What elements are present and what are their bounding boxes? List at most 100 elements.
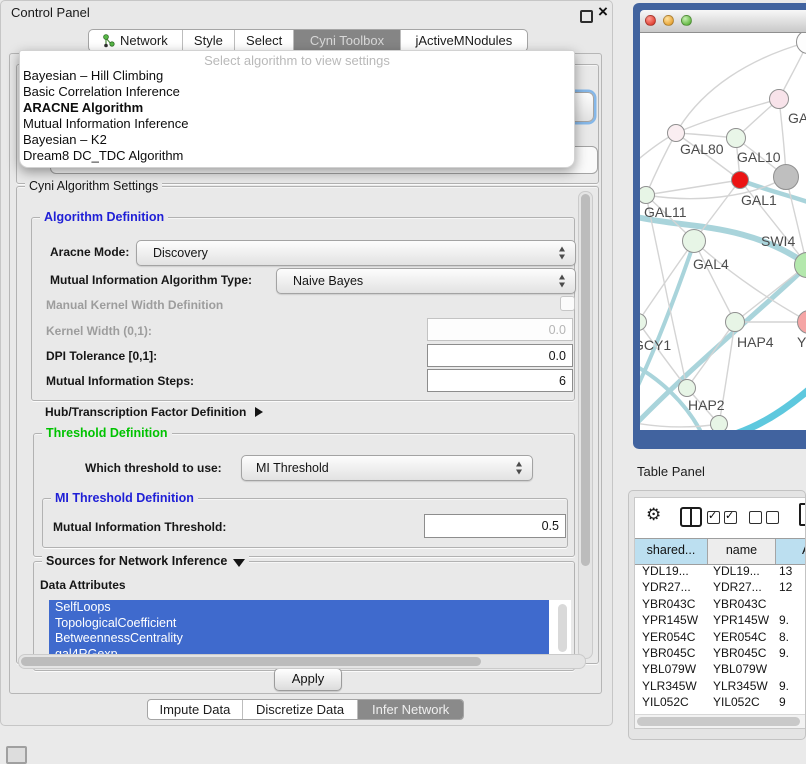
attribute-item[interactable]: TopologicalCoefficient bbox=[49, 616, 549, 632]
kernel-width-field[interactable]: 0.0 bbox=[427, 318, 573, 341]
network-edge[interactable] bbox=[640, 241, 694, 322]
group-title: MI Threshold Definition bbox=[51, 491, 198, 505]
sources-expander[interactable]: Sources for Network Inference bbox=[42, 554, 249, 568]
tab-impute-data[interactable]: Impute Data bbox=[148, 700, 242, 719]
tab-label: Cyni Toolbox bbox=[310, 33, 384, 48]
table-row[interactable]: YBR045CYBR045C9. bbox=[635, 645, 806, 661]
gear-icon[interactable]: ⚙ bbox=[646, 505, 661, 525]
table-cell: 12 bbox=[776, 579, 806, 595]
tab-label: Style bbox=[194, 33, 223, 48]
column-header[interactable]: shared... bbox=[635, 539, 708, 564]
table-row[interactable]: YLR345WYLR345W9. bbox=[635, 678, 806, 694]
node-gal1[interactable] bbox=[731, 171, 749, 189]
float-panel-icon[interactable] bbox=[580, 10, 593, 23]
table-row[interactable]: YBL079WYBL079W bbox=[635, 661, 806, 677]
network-edge[interactable] bbox=[676, 42, 806, 133]
page-icon[interactable] bbox=[799, 503, 806, 526]
node-label: GAL4 bbox=[693, 256, 729, 272]
table-cell: 8. bbox=[776, 629, 806, 645]
mi-steps-field[interactable]: 6 bbox=[427, 369, 573, 392]
settings-vertical-scrollbar[interactable] bbox=[578, 191, 593, 659]
node-gal10[interactable] bbox=[726, 128, 746, 148]
scrollbar-thumb[interactable] bbox=[21, 657, 481, 666]
attribute-item[interactable]: BetweennessCentrality bbox=[49, 631, 549, 647]
tab-style[interactable]: Style bbox=[182, 30, 234, 51]
network-edge[interactable] bbox=[676, 99, 779, 133]
tab-label: Discretize Data bbox=[256, 702, 344, 717]
network-edge[interactable] bbox=[646, 180, 740, 195]
network-window-titlebar[interactable] bbox=[640, 10, 806, 33]
collapse-arrow-icon[interactable] bbox=[233, 559, 245, 567]
tab-network[interactable]: Network bbox=[89, 30, 182, 51]
algorithm-option[interactable]: ARACNE Algorithm bbox=[23, 100, 571, 116]
unchecked-box-icon[interactable] bbox=[766, 511, 779, 524]
close-icon[interactable]: × bbox=[598, 2, 608, 22]
apply-button[interactable]: Apply bbox=[274, 668, 342, 691]
dpi-tolerance-field[interactable]: 0.0 bbox=[427, 344, 573, 367]
column-header[interactable]: A bbox=[776, 539, 806, 564]
aracne-mode-combo[interactable]: Discovery bbox=[136, 240, 576, 266]
algorithm-option[interactable]: Dream8 DC_TDC Algorithm bbox=[23, 148, 571, 164]
tab-select[interactable]: Select bbox=[234, 30, 293, 51]
algorithm-option[interactable]: Mutual Information Inference bbox=[23, 116, 571, 132]
close-window-icon[interactable] bbox=[645, 15, 656, 26]
node-label: HAP4 bbox=[737, 334, 774, 350]
network-node[interactable] bbox=[710, 415, 728, 430]
table-row[interactable]: YER054CYER054C8. bbox=[635, 629, 806, 645]
panel-title: Control Panel bbox=[11, 5, 90, 20]
node-hap4[interactable] bbox=[725, 312, 745, 332]
minimized-panel-icon[interactable] bbox=[6, 746, 27, 764]
scrollbar-thumb[interactable] bbox=[558, 604, 567, 652]
table-row[interactable]: YDL19...YDL19...13 bbox=[635, 563, 806, 579]
table-cell: YBR045C bbox=[635, 645, 708, 661]
table-row[interactable]: YBR043CYBR043C bbox=[635, 596, 806, 612]
settings-horizontal-scrollbar[interactable] bbox=[18, 654, 586, 669]
network-edge[interactable] bbox=[687, 322, 735, 388]
mi-type-combo[interactable]: Naive Bayes bbox=[276, 268, 576, 294]
tab-infer-network[interactable]: Infer Network bbox=[357, 700, 463, 719]
minimize-window-icon[interactable] bbox=[663, 15, 674, 26]
checked-box-icon[interactable] bbox=[707, 511, 720, 524]
tab-cyni-toolbox[interactable]: Cyni Toolbox bbox=[293, 30, 400, 51]
network-node[interactable] bbox=[773, 164, 799, 190]
node-gal80[interactable] bbox=[667, 124, 685, 142]
checked-box-icon[interactable] bbox=[724, 511, 737, 524]
network-view-window[interactable]: GALGAL80GAL10GAL1GAL11GAL4SWI4HAP4YGCY1H… bbox=[633, 3, 806, 449]
node-hap2[interactable] bbox=[678, 379, 696, 397]
data-attributes-list[interactable]: SelfLoopsTopologicalCoefficientBetweenne… bbox=[49, 600, 571, 662]
manual-kernel-checkbox[interactable] bbox=[560, 296, 575, 311]
node-gal4[interactable] bbox=[682, 229, 706, 253]
network-edge[interactable] bbox=[732, 378, 806, 430]
expander-arrow-icon[interactable] bbox=[255, 407, 263, 417]
unchecked-box-icon[interactable] bbox=[749, 511, 762, 524]
mi-type-label: Mutual Information Algorithm Type: bbox=[50, 273, 252, 287]
which-threshold-combo[interactable]: MI Threshold bbox=[241, 455, 533, 481]
tab-jactivemnodules[interactable]: jActiveMNodules bbox=[400, 30, 527, 51]
scrollbar-thumb[interactable] bbox=[637, 717, 800, 726]
table-row[interactable]: YDR27...YDR27...12 bbox=[635, 579, 806, 595]
node-gal[interactable] bbox=[769, 89, 789, 109]
network-edge[interactable] bbox=[694, 241, 735, 322]
algorithm-option[interactable]: Bayesian – K2 bbox=[23, 132, 571, 148]
algorithm-option[interactable]: Basic Correlation Inference bbox=[23, 84, 571, 100]
network-canvas[interactable]: GALGAL80GAL10GAL1GAL11GAL4SWI4HAP4YGCY1H… bbox=[640, 33, 806, 430]
tab-discretize-data[interactable]: Discretize Data bbox=[242, 700, 358, 719]
algorithm-option[interactable]: Bayesian – Hill Climbing bbox=[23, 68, 571, 84]
network-edge[interactable] bbox=[640, 423, 719, 427]
zoom-window-icon[interactable] bbox=[681, 15, 692, 26]
table-cell: YDL19... bbox=[708, 563, 776, 579]
attribute-item[interactable]: SelfLoops bbox=[49, 600, 549, 616]
cyni-algorithm-settings-group: Cyni Algorithm Settings Algorithm Defini… bbox=[16, 186, 599, 664]
hub-definition-label: Hub/Transcription Factor Definition bbox=[45, 405, 246, 419]
split-columns-icon[interactable] bbox=[680, 507, 702, 527]
table-row[interactable]: YIL052CYIL052C9 bbox=[635, 694, 806, 710]
column-header[interactable]: name bbox=[708, 539, 776, 564]
table-horizontal-scrollbar[interactable] bbox=[635, 714, 806, 728]
mi-threshold-field[interactable]: 0.5 bbox=[424, 514, 566, 538]
table-row[interactable]: YPR145WYPR145W9. bbox=[635, 612, 806, 628]
which-threshold-label: Which threshold to use: bbox=[85, 461, 222, 475]
scrollbar-thumb[interactable] bbox=[581, 194, 590, 566]
list-scrollbar[interactable] bbox=[557, 602, 569, 660]
hub-definition-expander[interactable]: Hub/Transcription Factor Definition bbox=[45, 405, 263, 419]
table-cell: YER054C bbox=[635, 629, 708, 645]
